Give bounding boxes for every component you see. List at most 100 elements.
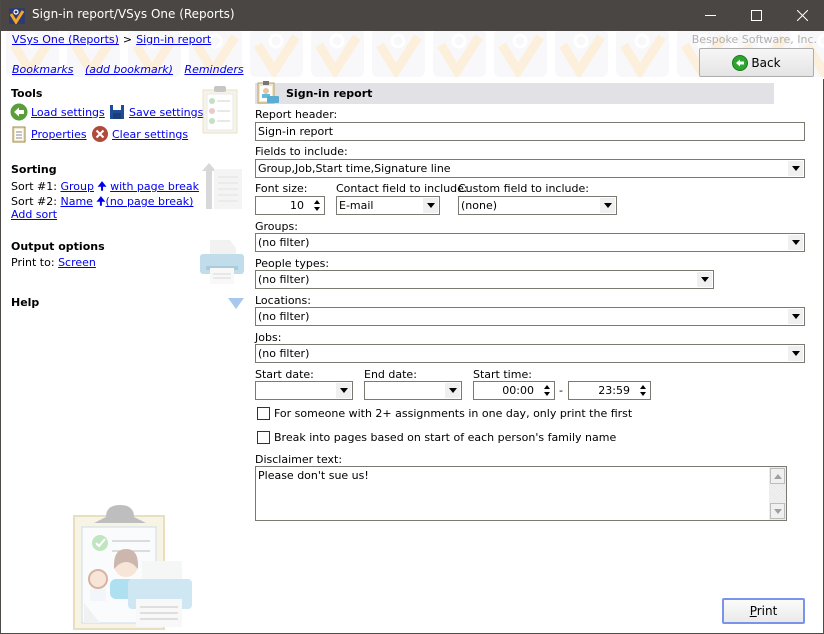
break-pages-checkbox-row[interactable]: Break into pages based on start of each … [257, 431, 616, 444]
print-button[interactable]: Print [722, 598, 805, 624]
output-options-heading: Output options [11, 240, 105, 253]
signin-report-icon [257, 81, 279, 104]
chevron-down-icon[interactable] [697, 272, 712, 287]
breadcrumb-current-link[interactable]: Sign-in report [136, 33, 211, 46]
break-pages-label: Break into pages based on start of each … [274, 431, 617, 444]
chevron-down-icon[interactable] [423, 198, 438, 213]
maximize-button[interactable] [733, 0, 779, 31]
report-header-label: Report header: [255, 108, 338, 121]
spin-down-icon[interactable] [313, 207, 320, 211]
save-settings-link[interactable]: Save settings [129, 106, 203, 119]
add-sort-link[interactable]: Add sort [11, 208, 57, 221]
title-bar: Sign-in report/VSys One (Reports) [1, 0, 824, 31]
sort-1-break-link[interactable]: with page break [110, 180, 199, 193]
print-to-screen-link[interactable]: Screen [58, 256, 96, 269]
only-first-label: For someone with 2+ assignments in one d… [274, 407, 633, 420]
close-icon [796, 10, 808, 21]
nav-links: Bookmarks (add bookmark) Reminders [12, 63, 252, 76]
report-header-value: Sign-in report [258, 125, 334, 138]
clipboard-icon [12, 126, 26, 143]
jobs-select[interactable]: (no filter) [255, 344, 805, 363]
clear-settings-tool[interactable]: Clear settings [91, 125, 188, 143]
help-heading: Help [11, 296, 40, 309]
custom-field-select[interactable]: (none) [458, 196, 617, 215]
sort-1-field-link[interactable]: Group [60, 180, 94, 193]
fields-to-include-value: Group,Job,Start time,Signature line [258, 162, 451, 175]
sort-2-ascending-icon[interactable]: 🠉 [96, 195, 105, 208]
only-first-checkbox-row[interactable]: For someone with 2+ assignments in one d… [257, 407, 632, 420]
spin-up-icon[interactable] [543, 385, 550, 389]
chevron-down-icon[interactable] [788, 346, 803, 361]
chevron-down-icon[interactable] [336, 383, 351, 398]
save-settings-tool[interactable]: Save settings [108, 103, 203, 121]
print-to-row: Print to: Screen [11, 256, 96, 269]
logo-watermark-icon [612, 31, 673, 79]
sort-2-field-link[interactable]: Name [60, 195, 92, 208]
logo-watermark-icon [246, 31, 307, 79]
scroll-up-button[interactable] [770, 468, 785, 484]
bookmarks-link[interactable]: Bookmarks [12, 63, 73, 76]
properties-link[interactable]: Properties [31, 128, 87, 141]
print-button-label: Print [749, 604, 778, 618]
only-first-checkbox[interactable] [257, 407, 270, 420]
chevron-down-icon[interactable] [788, 309, 803, 324]
tools-heading: Tools [11, 87, 43, 100]
load-settings-tool[interactable]: Load settings [10, 103, 105, 121]
contact-field-label: Contact field to include: [336, 182, 468, 195]
spin-up-icon[interactable] [313, 200, 320, 204]
fields-to-include-select[interactable]: Group,Job,Start time,Signature line [255, 159, 805, 178]
locations-label: Locations: [255, 294, 311, 307]
people-types-select[interactable]: (no filter) [255, 270, 714, 289]
custom-field-label: Custom field to include: [458, 182, 589, 195]
floppy-disk-icon [110, 105, 124, 119]
help-expand-chevron-icon[interactable] [228, 298, 244, 309]
sort-1-ascending-icon[interactable]: 🠉 [97, 180, 106, 193]
spin-down-icon[interactable] [639, 392, 646, 396]
locations-select[interactable]: (no filter) [255, 307, 805, 326]
disclaimer-scrollbar[interactable] [769, 467, 786, 520]
groups-select[interactable]: (no filter) [255, 233, 805, 252]
start-time-from-value: 00:00 [502, 384, 534, 397]
logo-watermark-icon [551, 31, 612, 79]
spin-down-icon[interactable] [543, 392, 550, 396]
spin-up-icon[interactable] [639, 385, 646, 389]
scroll-down-button[interactable] [770, 503, 785, 519]
start-date-label: Start date: [255, 368, 314, 381]
contact-field-select[interactable]: E-mail [336, 196, 440, 215]
fields-to-include-label: Fields to include: [255, 145, 348, 158]
sorting-heading: Sorting [11, 163, 57, 176]
breadcrumb-home-link[interactable]: VSys One (Reports) [12, 33, 119, 46]
report-header-input[interactable]: Sign-in report [255, 122, 805, 141]
back-button[interactable]: Back [699, 48, 814, 77]
groups-label: Groups: [255, 220, 298, 233]
font-size-stepper[interactable]: 10 [255, 196, 325, 215]
breadcrumb-separator: > [122, 33, 133, 46]
jobs-label: Jobs: [255, 331, 282, 344]
minimize-button[interactable] [687, 0, 733, 31]
chevron-down-icon[interactable] [788, 235, 803, 250]
people-types-label: People types: [255, 257, 330, 270]
chevron-down-icon[interactable] [788, 161, 803, 176]
chevron-down-icon[interactable] [445, 383, 460, 398]
start-time-to-stepper[interactable]: 23:59 [568, 381, 651, 400]
font-size-label: Font size: [255, 182, 308, 195]
people-types-value: (no filter) [258, 273, 310, 286]
reminders-link[interactable]: Reminders [184, 63, 243, 76]
properties-tool[interactable]: Properties [10, 125, 87, 143]
clear-settings-link[interactable]: Clear settings [112, 128, 188, 141]
load-settings-link[interactable]: Load settings [31, 106, 105, 119]
disclaimer-value: Please don't sue us! [258, 469, 369, 482]
end-date-picker[interactable] [364, 381, 462, 400]
add-sort-row: Add sort [11, 208, 57, 221]
add-bookmark-link[interactable]: (add bookmark) [85, 63, 173, 76]
start-time-from-stepper[interactable]: 00:00 [473, 381, 555, 400]
disclaimer-textarea[interactable]: Please don't sue us! [255, 466, 787, 521]
scroll-up-icon [773, 473, 782, 479]
minimize-icon [704, 15, 716, 16]
chevron-down-icon[interactable] [600, 198, 615, 213]
start-date-picker[interactable] [255, 381, 353, 400]
close-button[interactable] [779, 0, 824, 31]
print-to-label: Print to: [11, 256, 55, 269]
break-pages-checkbox[interactable] [257, 431, 270, 444]
sort-2-break-link[interactable]: (no page break) [106, 195, 194, 208]
